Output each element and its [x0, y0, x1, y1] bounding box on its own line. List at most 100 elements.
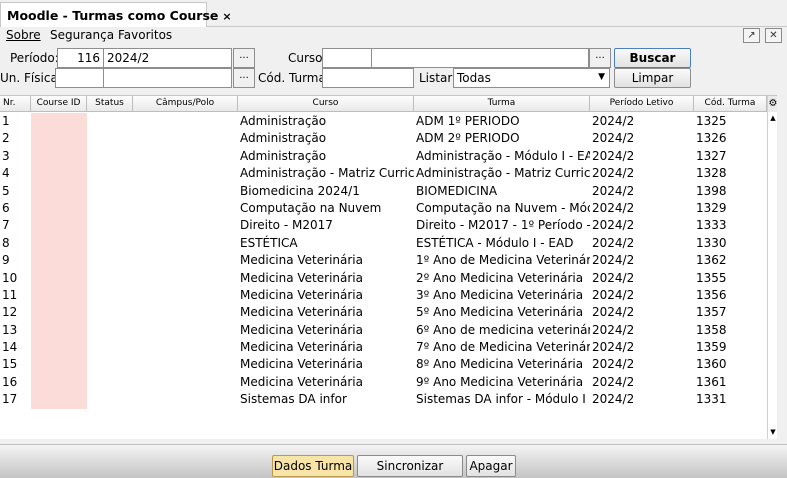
buscar-button[interactable]: Buscar — [614, 48, 691, 68]
scroll-down-icon[interactable]: ▼ — [769, 427, 777, 437]
cell-cod-turma[interactable]: 1331 — [694, 391, 767, 408]
cell-campus-polo[interactable] — [133, 200, 238, 217]
menu-seguranca[interactable]: Segurança — [50, 28, 114, 42]
curso-lookup-button[interactable]: ... — [589, 48, 611, 68]
cell-cod-turma[interactable]: 1327 — [694, 148, 767, 165]
cell-turma[interactable]: Computação na Nuvem - Mód... — [414, 200, 590, 217]
cell-periodo-letivo[interactable]: 2024/2 — [590, 165, 694, 182]
cell-nr[interactable]: 9 — [0, 252, 31, 269]
cell-status[interactable] — [87, 287, 133, 304]
cell-status[interactable] — [87, 374, 133, 391]
cell-cod-turma[interactable]: 1330 — [694, 235, 767, 252]
cell-curso[interactable]: Administração — [238, 130, 414, 147]
cell-periodo-letivo[interactable]: 2024/2 — [590, 113, 694, 130]
periodo-lookup-button[interactable]: ... — [233, 48, 255, 68]
cell-turma[interactable]: Administração - Matriz Curricul... — [414, 165, 590, 182]
column-header-turma[interactable]: Turma — [414, 96, 590, 112]
table-row[interactable]: 12 Medicina Veterinária 5º Ano Medicina Ve… — [0, 304, 767, 322]
cell-nr[interactable]: 16 — [0, 374, 31, 391]
cell-periodo-letivo[interactable]: 2024/2 — [590, 235, 694, 252]
cell-campus-polo[interactable] — [133, 217, 238, 234]
cell-curso[interactable]: Medicina Veterinária — [238, 252, 414, 269]
unidade-lookup-button[interactable]: ... — [233, 68, 255, 88]
cell-curso[interactable]: Direito - M2017 — [238, 217, 414, 234]
table-row[interactable]: 16 Medicina Veterinária 9º Ano Medicina Ve… — [0, 373, 767, 392]
cell-campus-polo[interactable] — [133, 252, 238, 269]
scroll-up-icon[interactable]: ▲ — [769, 113, 777, 123]
column-header-curso[interactable]: Curso — [238, 96, 414, 112]
cell-cod-turma[interactable]: 1398 — [694, 183, 767, 200]
table-row[interactable]: 6 Computação na Nuvem Computação na Nuvem … — [0, 199, 767, 218]
cell-periodo-letivo[interactable]: 2024/2 — [590, 183, 694, 200]
restore-window-icon[interactable]: ↗ — [743, 28, 760, 43]
cell-nr[interactable]: 6 — [0, 200, 31, 217]
cell-nr[interactable]: 15 — [0, 356, 31, 373]
cell-periodo-letivo[interactable]: 2024/2 — [590, 252, 694, 269]
column-header-periodo-letivo[interactable]: Período Letivo — [590, 96, 694, 112]
sincronizar-cursos-button[interactable]: Sincronizar Cursos — [357, 455, 463, 477]
cell-curso[interactable]: Medicina Veterinária — [238, 270, 414, 287]
curso-value-field[interactable] — [371, 48, 589, 68]
cell-turma[interactable]: ADM 1º PERIODO — [414, 113, 590, 130]
cell-cod-turma[interactable]: 1355 — [694, 270, 767, 287]
cell-periodo-letivo[interactable]: 2024/2 — [590, 270, 694, 287]
table-row[interactable]: 17 Sistemas DA infor Sistemas DA infor - M… — [0, 391, 767, 409]
cell-status[interactable] — [87, 183, 133, 200]
cell-nr[interactable]: 12 — [0, 304, 31, 321]
curso-code-field[interactable] — [322, 48, 372, 68]
dados-turma-button[interactable]: Dados Turma — [272, 455, 354, 477]
cell-curso[interactable]: Administração - Matriz Curricul... — [238, 165, 414, 182]
cell-curso[interactable]: Sistemas DA infor — [238, 391, 414, 408]
cell-campus-polo[interactable] — [133, 356, 238, 373]
cell-status[interactable] — [87, 252, 133, 269]
cell-curso[interactable]: Biomedicina 2024/1 — [238, 183, 414, 200]
cell-course-id[interactable] — [31, 147, 87, 166]
cell-course-id[interactable] — [31, 199, 87, 218]
cell-nr[interactable]: 14 — [0, 339, 31, 356]
column-settings-gear-icon[interactable]: ⚙ — [768, 96, 777, 112]
cell-campus-polo[interactable] — [133, 374, 238, 391]
cell-nr[interactable]: 11 — [0, 287, 31, 304]
cell-status[interactable] — [87, 356, 133, 373]
table-row[interactable]: 8 ESTÉTICA ESTÉTICA - Módulo I - EAD 2024/2… — [0, 234, 767, 253]
table-row[interactable]: 4 Administração - Matriz Curricul...Admin… — [0, 165, 767, 183]
cell-turma[interactable]: 6º Ano de medicina veterinária — [414, 322, 590, 339]
cell-nr[interactable]: 10 — [0, 270, 31, 287]
cell-campus-polo[interactable] — [133, 235, 238, 252]
cell-campus-polo[interactable] — [133, 339, 238, 356]
menu-sobre[interactable]: Sobre — [6, 28, 41, 42]
cell-status[interactable] — [87, 113, 133, 130]
cell-periodo-letivo[interactable]: 2024/2 — [590, 391, 694, 408]
cell-campus-polo[interactable] — [133, 113, 238, 130]
table-row[interactable]: 14 Medicina Veterinária 7º Ano de Medicina… — [0, 339, 767, 357]
cell-campus-polo[interactable] — [133, 322, 238, 339]
cell-status[interactable] — [87, 130, 133, 147]
cell-course-id[interactable] — [31, 130, 87, 148]
cell-course-id[interactable] — [31, 252, 87, 270]
cell-turma[interactable]: 7º Ano de Medicina Veterinária — [414, 339, 590, 356]
cell-campus-polo[interactable] — [133, 130, 238, 147]
cell-course-id[interactable] — [31, 321, 87, 340]
cell-curso[interactable]: Administração — [238, 113, 414, 130]
cell-status[interactable] — [87, 270, 133, 287]
cell-nr[interactable]: 17 — [0, 391, 31, 408]
cell-campus-polo[interactable] — [133, 270, 238, 287]
cell-cod-turma[interactable]: 1359 — [694, 339, 767, 356]
cell-periodo-letivo[interactable]: 2024/2 — [590, 374, 694, 391]
cell-course-id[interactable] — [31, 304, 87, 322]
menu-favoritos[interactable]: Favoritos — [118, 28, 172, 42]
cell-nr[interactable]: 4 — [0, 165, 31, 182]
table-row[interactable]: 10 Medicina Veterinária 2º Ano Medicina Ve… — [0, 269, 767, 287]
cell-status[interactable] — [87, 304, 133, 321]
cell-nr[interactable]: 7 — [0, 217, 31, 234]
column-header-course-id[interactable]: Course ID — [31, 96, 87, 112]
cell-cod-turma[interactable]: 1356 — [694, 287, 767, 304]
cell-status[interactable] — [87, 165, 133, 182]
cell-course-id[interactable] — [31, 339, 87, 357]
cell-campus-polo[interactable] — [133, 391, 238, 408]
column-header-nr[interactable]: Nr. — [0, 96, 31, 112]
cell-turma[interactable]: BIOMEDICINA — [414, 183, 590, 200]
cell-course-id[interactable] — [31, 113, 87, 131]
cell-turma[interactable]: 9º Ano Medicina Veterinária — [414, 374, 590, 391]
periodo-code-field[interactable]: 116 — [57, 48, 104, 68]
